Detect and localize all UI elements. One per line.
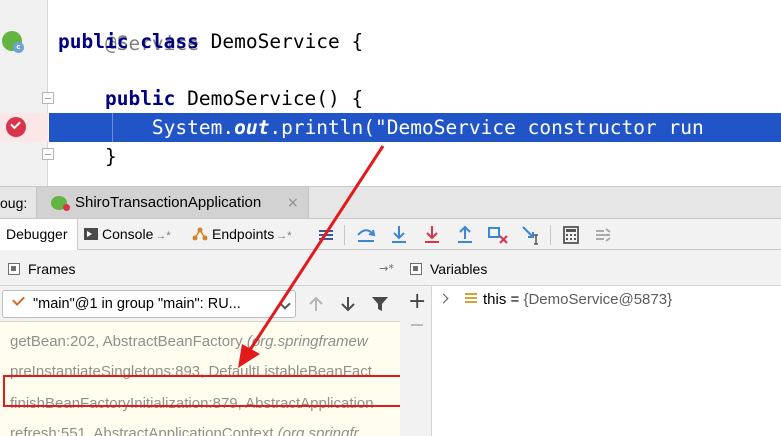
- variables-icon: [410, 263, 422, 275]
- chevron-right-icon[interactable]: [438, 293, 449, 304]
- up-arrow-icon[interactable]: [306, 294, 326, 314]
- run-to-cursor-icon[interactable]: [519, 223, 543, 247]
- frames-title: Frames: [28, 261, 76, 277]
- variable-text: this = {DemoService@5873}: [483, 286, 672, 314]
- pin-icon[interactable]: →*: [276, 230, 291, 242]
- filter-icon[interactable]: [370, 294, 390, 314]
- check-icon: [12, 293, 25, 306]
- tab-console[interactable]: Console →*: [84, 219, 190, 250]
- keyword-token: public: [104, 87, 176, 110]
- frames-icon: [8, 263, 20, 275]
- trace-icon[interactable]: [591, 223, 615, 247]
- tab-endpoints-label: Endpoints: [212, 226, 275, 242]
- tab-endpoints[interactable]: Endpoints →*: [192, 219, 310, 250]
- chevron-down-icon: [279, 298, 291, 310]
- code-line-annotation[interactable]: @Service: [58, 0, 199, 55]
- thread-dropdown-value: "main"@1 in group "main": RU...: [33, 296, 241, 312]
- frames-panel: Frames →* "main"@1 in group "main": RU..…: [0, 250, 400, 436]
- spring-bean-icon[interactable]: c: [2, 31, 24, 53]
- toolbar-separator: [550, 225, 551, 245]
- down-arrow-icon[interactable]: [338, 294, 358, 314]
- step-into-icon[interactable]: [387, 223, 411, 247]
- tab-console-label: Console: [102, 226, 154, 242]
- frame-method: getBean:202, AbstractBeanFactory: [10, 333, 247, 350]
- pin-icon[interactable]: →*: [155, 230, 170, 242]
- field-icon: [465, 293, 477, 305]
- frame-method: refresh:551, AbstractApplicationContext: [10, 425, 278, 436]
- debug-label: oug:: [0, 195, 28, 211]
- add-watch-icon[interactable]: +: [408, 290, 426, 314]
- class-name-token: DemoService {: [198, 30, 364, 53]
- fold-marker-icon[interactable]: [42, 148, 54, 160]
- close-icon[interactable]: ×: [287, 187, 299, 219]
- keyword-token: class: [140, 30, 199, 53]
- thread-dropdown[interactable]: "main"@1 in group "main": RU...: [2, 290, 296, 318]
- code-line-println[interactable]: System.out.println("DemoService construc…: [58, 113, 704, 142]
- variables-side-toolbar: +: [400, 286, 432, 436]
- step-over-icon[interactable]: [354, 223, 378, 247]
- variable-row[interactable]: this = {DemoService@5873}: [432, 286, 781, 314]
- tab-debugger-label: Debugger: [6, 226, 68, 242]
- thread-selector-bar: "main"@1 in group "main": RU...: [0, 286, 400, 322]
- editor-gutter[interactable]: [0, 0, 48, 186]
- force-step-into-icon[interactable]: [420, 223, 444, 247]
- debug-tool-window-title: oug: ShiroTransactionApplication ×: [0, 186, 781, 219]
- statement-token: System.: [151, 116, 235, 139]
- brace-token: }: [104, 145, 117, 168]
- evaluate-expression-icon[interactable]: [559, 223, 583, 247]
- restore-layout-icon[interactable]: [314, 223, 338, 247]
- field-token: out: [234, 116, 270, 139]
- remove-watch-icon[interactable]: [411, 324, 423, 326]
- code-line-constructor[interactable]: public DemoService() {: [58, 84, 363, 113]
- tab-debugger[interactable]: Debugger: [0, 219, 78, 250]
- variable-name: this: [483, 291, 507, 308]
- toolbar-separator: [344, 225, 345, 245]
- annotation-highlight-box: [3, 375, 407, 407]
- step-out-icon[interactable]: [453, 223, 477, 247]
- frame-row[interactable]: getBean:202, AbstractBeanFactory (org.sp…: [10, 330, 368, 354]
- code-line-class-declaration[interactable]: public class DemoService {: [58, 27, 363, 56]
- debug-session-name: ShiroTransactionApplication: [75, 194, 262, 211]
- pin-icon[interactable]: →*: [379, 262, 394, 275]
- variables-header: Variables: [400, 250, 781, 286]
- variables-panel: Variables + this = {DemoService@5873}: [400, 250, 781, 436]
- frame-package: (org.springframew: [246, 333, 368, 350]
- debug-session-tab[interactable]: ShiroTransactionApplication ×: [36, 187, 309, 219]
- code-line-close-brace[interactable]: }: [58, 142, 117, 171]
- fold-marker-icon[interactable]: [42, 92, 54, 104]
- drop-frame-icon[interactable]: [486, 223, 510, 247]
- console-icon: [84, 228, 98, 241]
- breakpoint-icon[interactable]: [6, 117, 26, 137]
- variable-value: {DemoService@5873}: [523, 291, 673, 308]
- constructor-token: DemoService() {: [175, 87, 364, 110]
- frame-package: (org.springfr: [277, 425, 359, 436]
- variables-title: Variables: [430, 261, 488, 277]
- variable-equals: =: [506, 291, 524, 308]
- frame-row[interactable]: refresh:551, AbstractApplicationContext …: [10, 422, 359, 436]
- statement-token: .println("DemoService constructor run: [269, 116, 704, 139]
- spring-boot-run-icon: [51, 196, 70, 211]
- endpoints-icon: [192, 227, 208, 241]
- frames-header: Frames →*: [0, 250, 400, 286]
- code-editor[interactable]: c @Service public class DemoService { pu…: [0, 0, 781, 186]
- keyword-token: public: [58, 30, 129, 53]
- debug-toolbar: Debugger Console →* Endpoints →*: [0, 218, 781, 250]
